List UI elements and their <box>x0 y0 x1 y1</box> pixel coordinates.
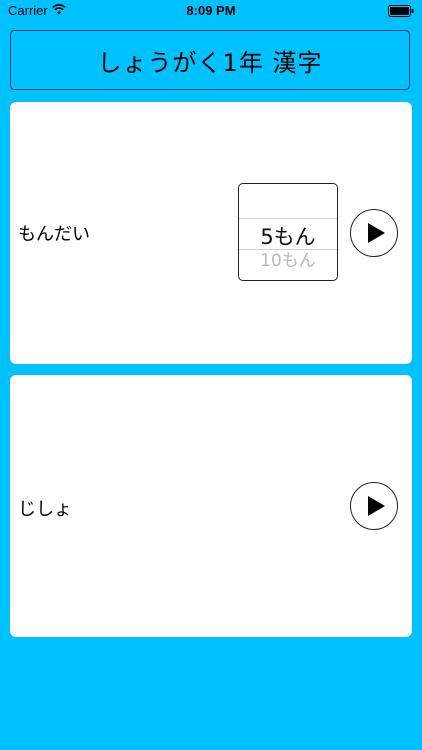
clock: 8:09 PM <box>186 3 236 18</box>
problem-label: もんだい <box>18 224 90 245</box>
dictionary-card: じしょ <box>10 375 412 637</box>
problem-card: もんだい 5もん 10もん <box>10 102 412 364</box>
status-bar: Carrier 8:09 PM <box>0 0 422 22</box>
title-bar: しょうがく1年 漢字 <box>10 30 410 90</box>
play-icon <box>368 496 385 516</box>
page-title: しょうがく1年 漢字 <box>97 48 323 77</box>
open-dictionary-button[interactable] <box>350 482 398 530</box>
battery-icon <box>388 5 414 17</box>
start-problem-button[interactable] <box>350 209 398 257</box>
app-screen: Carrier 8:09 PM しょうがく1年 漢字 もんだい 5もん 10もん… <box>0 0 422 750</box>
play-icon <box>368 223 385 243</box>
dictionary-label: じしょ <box>18 499 72 520</box>
question-count-picker[interactable]: 5もん 10もん <box>238 183 338 281</box>
picker-option[interactable]: 10もん <box>239 246 337 271</box>
